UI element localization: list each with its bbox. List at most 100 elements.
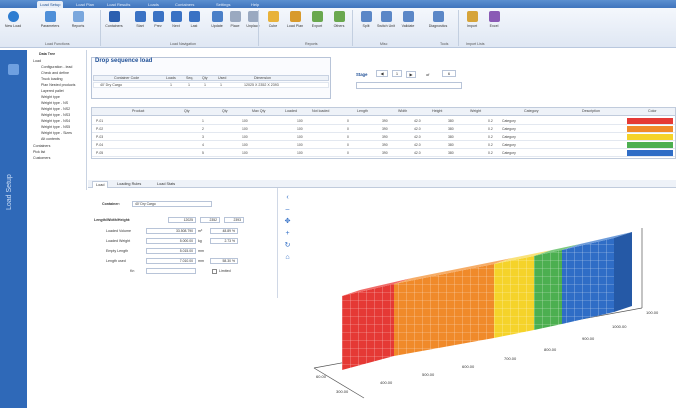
tree-node[interactable]: Weight type - NS2	[41, 107, 70, 111]
start-button[interactable]: Start	[130, 11, 150, 39]
tree-node[interactable]: Data Tree	[39, 52, 55, 56]
column-header[interactable]: Not loaded	[312, 109, 329, 113]
column-header[interactable]: Category	[524, 109, 539, 113]
sequence-cell: 1	[220, 83, 222, 87]
table-row[interactable]: P-02 2 100 100 0 390 42.0 380 0.2 Catego…	[92, 125, 675, 133]
tree-node[interactable]: Customers	[33, 156, 50, 160]
tree-node[interactable]: Pick list	[33, 150, 45, 154]
tree-node[interactable]: Truck loading	[41, 77, 62, 81]
tab-loading-rules[interactable]: Loading Rules	[114, 181, 144, 187]
menu-tab-load-plan[interactable]: Load Plan	[73, 1, 97, 8]
menu-tab-file[interactable]	[4, 1, 10, 8]
column-header[interactable]: Length	[357, 109, 368, 113]
side-strip-icon[interactable]	[8, 64, 19, 75]
tree-node[interactable]: Weight type - NS3	[41, 113, 70, 117]
cube-button[interactable]: Cube	[263, 11, 283, 39]
table-row[interactable]: P-03 3 100 100 0 390 42.0 380 0.2 Catego…	[92, 133, 675, 141]
parameters-button[interactable]: Parameters	[40, 11, 60, 39]
rotate-left-icon[interactable]: ‹	[284, 194, 291, 201]
others-button[interactable]: Others	[329, 11, 349, 39]
unplace-button[interactable]: Unplace	[243, 11, 263, 39]
group-label-load-functions: Load Functions	[45, 42, 70, 46]
cargo-block-green[interactable]	[534, 250, 562, 330]
column-header[interactable]: Height	[432, 109, 442, 113]
rotate-right-icon[interactable]: ↻	[284, 242, 291, 249]
split-button[interactable]: Split	[356, 11, 376, 39]
length-field[interactable]: 12025	[168, 217, 196, 223]
pan-icon[interactable]: ✥	[284, 218, 291, 225]
column-header[interactable]: Description	[582, 109, 600, 113]
tree-node[interactable]: Weight type - NS5	[41, 125, 70, 129]
table-row[interactable]: P-05 5 100 100 0 390 42.0 380 0.2 Catego…	[92, 149, 675, 157]
table-row[interactable]: P-04 4 100 100 0 390 42.0 380 0.2 Catego…	[92, 141, 675, 149]
tree-node[interactable]: Load	[33, 59, 41, 63]
table-cell: P-05	[96, 151, 104, 155]
next-button[interactable]: Next	[166, 11, 186, 39]
tree-node[interactable]: Weight type - Sizes	[41, 131, 72, 135]
validate-button[interactable]: Validate	[398, 11, 418, 39]
tree-node[interactable]: Alt contents	[41, 137, 60, 141]
menu-tab-help[interactable]: Help	[248, 1, 262, 8]
load-plan-button[interactable]: Load Plan	[285, 11, 305, 39]
table-row[interactable]: P-01 1 100 100 0 390 42.0 380 0.2 Catego…	[92, 117, 675, 125]
update-button[interactable]: Update	[207, 11, 227, 39]
column-header[interactable]: Loaded	[285, 109, 297, 113]
prop-value[interactable]	[146, 268, 196, 274]
sequence-row[interactable]: 40' Dry Cargo 1 1 1 1 12025 X 2352 X 239…	[93, 82, 329, 88]
3d-load-viewer[interactable]: 300.00 400.00 500.00 600.00 700.00 800.0…	[294, 188, 676, 408]
place-button[interactable]: Place	[225, 11, 245, 39]
zoom-in-icon[interactable]: +	[284, 230, 291, 237]
last-button[interactable]: Last	[184, 11, 204, 39]
column-header[interactable]: Qty	[184, 109, 190, 113]
next-arrow-icon	[170, 11, 182, 22]
column-header[interactable]: Weight	[470, 109, 481, 113]
limited-label: Limited	[219, 269, 231, 273]
tree-node[interactable]: Check and define	[41, 71, 69, 75]
switch-unit-icon	[380, 11, 392, 22]
tree-node[interactable]: Weight type - NS	[41, 101, 68, 105]
prev-button[interactable]: Prev	[148, 11, 168, 39]
column-header[interactable]: Width	[398, 109, 407, 113]
cargo-block-red[interactable]	[342, 284, 394, 370]
column-header[interactable]: Color	[648, 109, 657, 113]
column-header[interactable]: Product	[132, 109, 144, 113]
diagnostics-button[interactable]: Diagnostics	[428, 11, 448, 39]
table-cell: Category	[502, 151, 516, 155]
menu-tab-settings[interactable]: Settings	[213, 1, 233, 8]
containers-button[interactable]: Containers	[104, 11, 124, 39]
reports-button[interactable]: Reports	[68, 11, 88, 39]
width-field[interactable]: 2352	[200, 217, 220, 223]
switch-unit-button[interactable]: Switch Unit	[376, 11, 396, 39]
tree-node[interactable]: Layered pallet	[41, 89, 64, 93]
place-icon	[229, 11, 241, 22]
new-load-button[interactable]: New Load	[3, 11, 23, 39]
menu-tab-containers[interactable]: Containers	[172, 1, 197, 8]
menu-tab-load-setup[interactable]: Load Setup	[37, 1, 64, 8]
column-header[interactable]: Max Qty	[252, 109, 265, 113]
zoom-out-icon[interactable]: –	[284, 206, 291, 213]
height-field[interactable]: 2393	[224, 217, 244, 223]
cargo-block-orange[interactable]	[394, 264, 494, 356]
tab-load-stats[interactable]: Load Stats	[154, 181, 178, 187]
menu-tab-load-results[interactable]: Load Results	[104, 1, 133, 8]
stage-next-button[interactable]: ▶	[406, 71, 416, 78]
import-button[interactable]: Import	[462, 11, 482, 39]
tree-node[interactable]: Weight type - NS4	[41, 119, 70, 123]
tree-node[interactable]: Weight type	[41, 95, 60, 99]
tree-node[interactable]: Configuration - lead	[41, 65, 72, 69]
tree-node[interactable]: Containers	[33, 144, 50, 148]
excel-button[interactable]: Excel	[484, 11, 504, 39]
reset-view-icon[interactable]: ⌂	[284, 254, 291, 261]
menu-tab-loads[interactable]: Loads	[145, 1, 162, 8]
cargo-block-yellow[interactable]	[494, 256, 534, 338]
container-field[interactable]: 40' Dry Cargo	[132, 201, 212, 207]
limited-checkbox[interactable]	[212, 269, 217, 274]
stage-input[interactable]: 1	[392, 70, 402, 77]
cargo-block-blue[interactable]	[562, 238, 614, 324]
stage-prev-button[interactable]: ◀	[376, 70, 388, 77]
view-toolbar: ‹ – ✥ + ↻ ⌂	[282, 188, 294, 278]
column-header[interactable]: Qty	[222, 109, 228, 113]
tab-load[interactable]: Load	[92, 181, 109, 188]
tree-node[interactable]: Plan Nested products	[41, 83, 75, 87]
export-button[interactable]: Export	[307, 11, 327, 39]
